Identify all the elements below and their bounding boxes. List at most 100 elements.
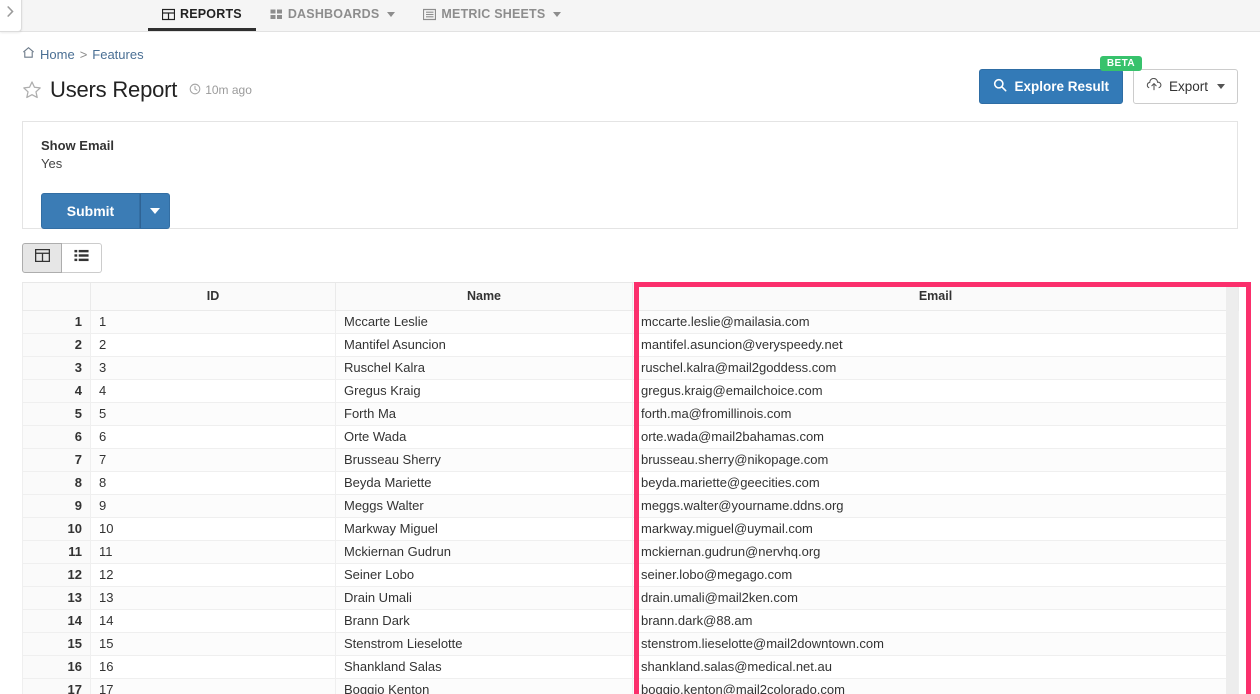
cell-id: 6 [91, 425, 336, 448]
table-row[interactable]: 33Ruschel Kalraruschel.kalra@mail2goddes… [23, 356, 1239, 379]
tab-reports[interactable]: REPORTS [148, 0, 256, 31]
cell-id: 13 [91, 586, 336, 609]
cell-name: Ruschel Kalra [336, 356, 633, 379]
tab-metric-sheets[interactable]: METRIC SHEETS [409, 0, 575, 31]
export-button[interactable]: Export [1133, 69, 1238, 104]
table-row[interactable]: 1414Brann Darkbrann.dark@88.am [23, 609, 1239, 632]
chevron-down-icon [387, 12, 395, 17]
cell-rownum: 17 [23, 678, 91, 694]
page-header: Users Report 10m ago BETA Explore R [22, 73, 1238, 107]
view-toggle-list-button[interactable] [62, 243, 102, 273]
table-scrollbar-gutter[interactable] [1226, 283, 1238, 694]
column-header-rownum[interactable] [23, 283, 91, 310]
cell-id: 3 [91, 356, 336, 379]
cell-rownum: 2 [23, 333, 91, 356]
column-header-name[interactable]: Name [336, 283, 633, 310]
table-row[interactable]: 1212Seiner Loboseiner.lobo@megago.com [23, 563, 1239, 586]
table-row[interactable]: 55Forth Maforth.ma@fromillinois.com [23, 402, 1239, 425]
search-icon [993, 78, 1007, 95]
submit-dropdown-button[interactable] [140, 193, 170, 229]
breadcrumb-features-link[interactable]: Features [92, 47, 143, 62]
filter-label-show-email: Show Email [41, 138, 1219, 153]
cell-id: 14 [91, 609, 336, 632]
cell-email: meggs.walter@yourname.ddns.org [633, 494, 1239, 517]
cell-email: forth.ma@fromillinois.com [633, 402, 1239, 425]
submit-button[interactable]: Submit [41, 193, 140, 229]
cell-rownum: 3 [23, 356, 91, 379]
cell-rownum: 10 [23, 517, 91, 540]
table-row[interactable]: 1717Boggio Kentonboggio.kenton@mail2colo… [23, 678, 1239, 694]
table-row[interactable]: 1010Markway Miguelmarkway.miguel@uymail.… [23, 517, 1239, 540]
cell-id: 15 [91, 632, 336, 655]
cell-id: 12 [91, 563, 336, 586]
cell-email: markway.miguel@uymail.com [633, 517, 1239, 540]
tab-dashboards-label: DASHBOARDS [288, 7, 380, 21]
cell-name: Orte Wada [336, 425, 633, 448]
chevron-right-icon [7, 4, 14, 22]
table-row[interactable]: 1616Shankland Salasshankland.salas@medic… [23, 655, 1239, 678]
tab-dashboards[interactable]: DASHBOARDS [256, 0, 410, 31]
cell-name: Markway Miguel [336, 517, 633, 540]
cell-rownum: 6 [23, 425, 91, 448]
cell-name: Meggs Walter [336, 494, 633, 517]
table-row[interactable]: 11Mccarte Lesliemccarte.leslie@mailasia.… [23, 310, 1239, 333]
cell-id: 1 [91, 310, 336, 333]
cell-rownum: 15 [23, 632, 91, 655]
cell-email: seiner.lobo@megago.com [633, 563, 1239, 586]
export-upload-icon [1146, 78, 1162, 95]
clock-icon [189, 83, 201, 98]
filter-panel: Show Email Yes Submit [22, 121, 1238, 229]
sidebar-expand-button[interactable] [0, 0, 22, 32]
cell-name: Gregus Kraig [336, 379, 633, 402]
table-row[interactable]: 77Brusseau Sherrybrusseau.sherry@nikopag… [23, 448, 1239, 471]
column-header-email[interactable]: Email [633, 283, 1239, 310]
cell-email: mccarte.leslie@mailasia.com [633, 310, 1239, 333]
table-grid-icon [35, 249, 50, 267]
cell-id: 16 [91, 655, 336, 678]
table-row[interactable]: 66Orte Wadaorte.wada@mail2bahamas.com [23, 425, 1239, 448]
table-row[interactable]: 1515Stenstrom Lieselottestenstrom.liesel… [23, 632, 1239, 655]
caret-down-icon [1217, 84, 1225, 89]
column-header-id[interactable]: ID [91, 283, 336, 310]
cell-rownum: 14 [23, 609, 91, 632]
page-title: Users Report [50, 77, 177, 103]
cell-name: Beyda Mariette [336, 471, 633, 494]
cell-id: 7 [91, 448, 336, 471]
tab-reports-label: REPORTS [180, 7, 242, 21]
star-outline-icon[interactable] [22, 80, 42, 100]
table-row[interactable]: 99Meggs Waltermeggs.walter@yourname.ddns… [23, 494, 1239, 517]
cell-name: Shankland Salas [336, 655, 633, 678]
cell-email: gregus.kraig@emailchoice.com [633, 379, 1239, 402]
caret-down-icon [150, 208, 160, 214]
cell-rownum: 5 [23, 402, 91, 425]
cell-email: drain.umali@mail2ken.com [633, 586, 1239, 609]
cell-rownum: 1 [23, 310, 91, 333]
cell-email: beyda.mariette@geecities.com [633, 471, 1239, 494]
cell-name: Seiner Lobo [336, 563, 633, 586]
cell-email: stenstrom.lieselotte@mail2downtown.com [633, 632, 1239, 655]
cell-id: 11 [91, 540, 336, 563]
cell-id: 8 [91, 471, 336, 494]
table-row[interactable]: 22Mantifel Asuncionmantifel.asuncion@ver… [23, 333, 1239, 356]
results-table-container: ID Name Email 11Mccarte Lesliemccarte.le… [22, 282, 1238, 694]
cell-name: Mccarte Leslie [336, 310, 633, 333]
table-row[interactable]: 88Beyda Mariettebeyda.mariette@geecities… [23, 471, 1239, 494]
page-content: Home > Features Users Report 10m ago BET… [0, 32, 1260, 694]
view-toggle-grid-button[interactable] [22, 243, 62, 273]
table-row[interactable]: 1111Mckiernan Gudrunmckiernan.gudrun@ner… [23, 540, 1239, 563]
cell-email: mckiernan.gudrun@nervhq.org [633, 540, 1239, 563]
dashboard-icon [270, 8, 283, 21]
timestamp-label: 10m ago [205, 83, 252, 97]
list-view-icon [74, 249, 89, 267]
cell-id: 2 [91, 333, 336, 356]
table-row[interactable]: 1313Drain Umalidrain.umali@mail2ken.com [23, 586, 1239, 609]
beta-badge: BETA [1100, 56, 1142, 71]
export-label: Export [1169, 79, 1208, 94]
cell-email: ruschel.kalra@mail2goddess.com [633, 356, 1239, 379]
table-row[interactable]: 44Gregus Kraiggregus.kraig@emailchoice.c… [23, 379, 1239, 402]
explore-result-button[interactable]: BETA Explore Result [979, 69, 1123, 104]
cell-email: brusseau.sherry@nikopage.com [633, 448, 1239, 471]
cell-id: 10 [91, 517, 336, 540]
cell-name: Mckiernan Gudrun [336, 540, 633, 563]
breadcrumb-home-link[interactable]: Home [40, 47, 75, 62]
